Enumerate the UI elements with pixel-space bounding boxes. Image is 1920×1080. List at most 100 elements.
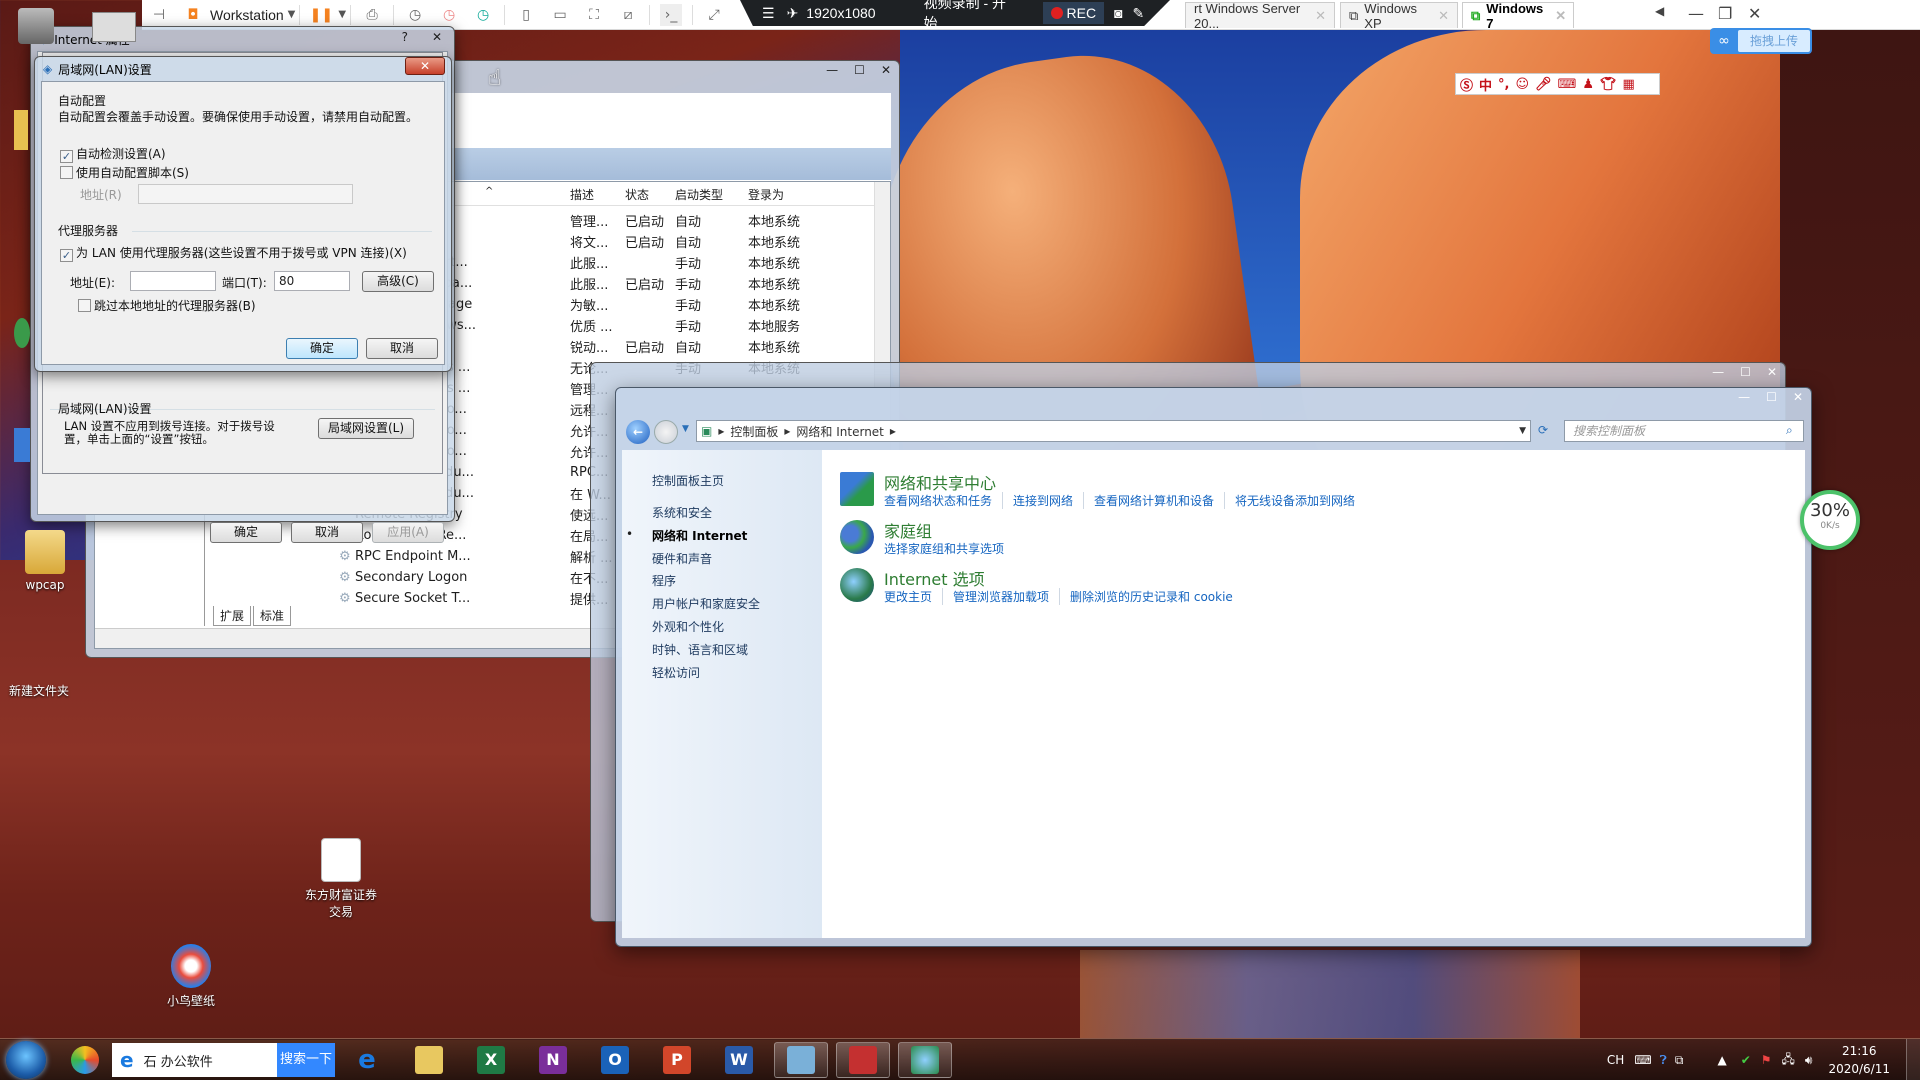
- forward-button[interactable]: [654, 420, 678, 444]
- close-icon[interactable]: ✕: [1315, 8, 1326, 24]
- maximize-icon[interactable]: ☐: [854, 63, 865, 77]
- network-icon[interactable]: 🖧︎: [1782, 1050, 1795, 1071]
- sogou-logo-icon[interactable]: Ⓢ: [1460, 75, 1473, 94]
- camera-icon[interactable]: ◙: [1114, 5, 1122, 21]
- close-icon[interactable]: ✕: [1555, 8, 1566, 24]
- desktop-icon-wpcap[interactable]: wpcap: [0, 530, 90, 592]
- taskbar-explorer[interactable]: [402, 1042, 456, 1078]
- cancel-button[interactable]: 取消: [366, 338, 438, 359]
- proxy-address-input[interactable]: [130, 271, 216, 291]
- category-link[interactable]: 选择家庭组和共享选项: [884, 540, 1014, 557]
- search-icon[interactable]: ⌕: [1786, 423, 1793, 438]
- skin-icon[interactable]: 👕︎: [1600, 77, 1617, 92]
- microphone-icon[interactable]: 🎤︎: [1535, 77, 1552, 92]
- nav-item[interactable]: 系统和安全: [652, 504, 712, 521]
- checkbox-icon[interactable]: ✓: [60, 249, 73, 262]
- tab-extended[interactable]: 扩展: [213, 606, 252, 626]
- address-dropdown-icon[interactable]: ▼: [1519, 426, 1526, 436]
- chevron-down-icon[interactable]: ▼: [338, 9, 346, 20]
- search-button[interactable]: 搜索一下: [277, 1043, 335, 1077]
- desktop-folder-icon[interactable]: [14, 110, 28, 150]
- search-input[interactable]: 搜索控制面板: [1564, 420, 1804, 442]
- scroll-left-icon[interactable]: ◀: [1655, 4, 1664, 18]
- workstation-menu[interactable]: Workstation: [210, 7, 284, 23]
- action-center-icon[interactable]: ⚑: [1761, 1053, 1772, 1067]
- user-icon[interactable]: ♟: [1582, 77, 1594, 92]
- taskbar-excel[interactable]: X: [464, 1042, 518, 1078]
- snapshot-icon[interactable]: ◷: [404, 4, 426, 26]
- col-startup[interactable]: 启动类型: [675, 186, 723, 203]
- refresh-icon[interactable]: ⟳: [1538, 423, 1548, 437]
- back-button[interactable]: ←: [626, 420, 650, 444]
- send-keys-icon[interactable]: ⎙: [361, 4, 383, 26]
- close-icon[interactable]: ✕: [1767, 365, 1777, 379]
- keyboard-icon[interactable]: ⌨: [1558, 77, 1577, 92]
- category-title[interactable]: 网络和共享中心: [884, 470, 996, 494]
- col-logon[interactable]: 登录为: [748, 186, 784, 203]
- port-input[interactable]: 80: [274, 271, 350, 291]
- nav-item[interactable]: 用户帐户和家庭安全: [652, 595, 760, 612]
- apply-button[interactable]: 应用(A): [372, 522, 444, 543]
- recycle-bin-icon[interactable]: [18, 8, 54, 44]
- ok-button[interactable]: 确定: [210, 522, 282, 543]
- tab-windows-xp[interactable]: ⧉ Windows XP ✕: [1340, 1, 1458, 31]
- category-link[interactable]: 查看网络状态和任务: [884, 492, 1002, 509]
- snapshot-manager-icon[interactable]: ◷: [472, 4, 494, 26]
- category-link[interactable]: 删除浏览的历史记录和 cookie: [1059, 588, 1243, 605]
- pause-icon[interactable]: ❚❚: [310, 4, 333, 26]
- show-hidden-icons[interactable]: ▲: [1717, 1053, 1726, 1067]
- help-icon[interactable]: ?: [402, 30, 408, 44]
- close-icon[interactable]: ✕: [432, 30, 442, 44]
- rec-button[interactable]: REC: [1042, 2, 1105, 24]
- category-title[interactable]: 家庭组: [884, 518, 932, 542]
- nav-item[interactable]: 硬件和声音: [652, 550, 712, 567]
- nav-item[interactable]: 轻松访问: [652, 664, 700, 681]
- ok-button[interactable]: 确定: [286, 338, 358, 359]
- taskbar-onenote[interactable]: N: [526, 1042, 580, 1078]
- cancel-button[interactable]: 取消: [291, 522, 363, 543]
- category-link[interactable]: 更改主页: [884, 588, 942, 605]
- desktop-icon-bird-wallpaper[interactable]: 小鸟壁纸: [146, 944, 236, 1009]
- nav-item[interactable]: 控制面板主页: [652, 472, 724, 489]
- breadcrumb-network-internet[interactable]: 网络和 Internet: [796, 423, 883, 440]
- help-icon[interactable]: ❓︎: [1660, 1053, 1667, 1068]
- revert-snapshot-icon[interactable]: ◷: [438, 4, 460, 26]
- desktop-app-icon[interactable]: [14, 428, 30, 462]
- checkbox-icon[interactable]: [78, 299, 91, 312]
- tab-windows-7[interactable]: ⧉ Windows 7 ✕: [1462, 1, 1574, 31]
- desktop-shortcut-icon[interactable]: [92, 12, 136, 42]
- desktop-app-icon[interactable]: [14, 318, 30, 348]
- ime-lang-toggle[interactable]: 中: [1479, 75, 1492, 94]
- security-icon[interactable]: ✔: [1741, 1053, 1751, 1067]
- auto-detect-checkbox[interactable]: ✓ 自动检测设置(A): [60, 145, 166, 163]
- minimize-icon[interactable]: —: [1712, 365, 1724, 379]
- emoji-icon[interactable]: ☺: [1515, 77, 1529, 92]
- maximize-icon[interactable]: ☐: [1766, 390, 1777, 404]
- category-link[interactable]: 管理浏览器加载项: [942, 588, 1059, 605]
- tab-standard[interactable]: 标准: [253, 606, 292, 626]
- start-button[interactable]: [6, 1041, 46, 1079]
- category-link[interactable]: 将无线设备添加到网络: [1224, 492, 1365, 509]
- nav-item[interactable]: 网络和 Internet: [652, 527, 747, 544]
- taskbar-powerpoint[interactable]: P: [650, 1042, 704, 1078]
- category-title[interactable]: Internet 选项: [884, 566, 985, 590]
- menu-icon[interactable]: ☰: [762, 5, 775, 22]
- taskbar-ie[interactable]: e: [340, 1042, 394, 1078]
- taskbar-word[interactable]: W: [712, 1042, 766, 1078]
- minimize-icon[interactable]: —: [1738, 390, 1750, 404]
- fullscreen-icon[interactable]: ⛶: [583, 4, 605, 26]
- desktop-icon-eastmoney[interactable]: 东方财富证券交易: [296, 838, 386, 920]
- keyboard-icon[interactable]: ⌨: [1634, 1053, 1651, 1067]
- category-link[interactable]: 连接到网络: [1002, 492, 1083, 509]
- taskbar-app-launcher[interactable]: [58, 1042, 112, 1078]
- taskbar-outlook[interactable]: O: [588, 1042, 642, 1078]
- library-icon[interactable]: ▯: [515, 4, 537, 26]
- tab-windows-server[interactable]: rt Windows Server 20... ✕: [1185, 1, 1335, 31]
- taskbar-control-panel[interactable]: [774, 1042, 828, 1078]
- close-icon[interactable]: ✕: [1438, 8, 1449, 24]
- close-icon[interactable]: ✕: [1793, 390, 1803, 404]
- category-link[interactable]: 查看网络计算机和设备: [1083, 492, 1224, 509]
- desktop-icon-new-folder[interactable]: 新建文件夹: [0, 682, 84, 699]
- minimize-icon[interactable]: —: [1688, 4, 1704, 23]
- ime-lang-indicator[interactable]: CH: [1607, 1053, 1624, 1067]
